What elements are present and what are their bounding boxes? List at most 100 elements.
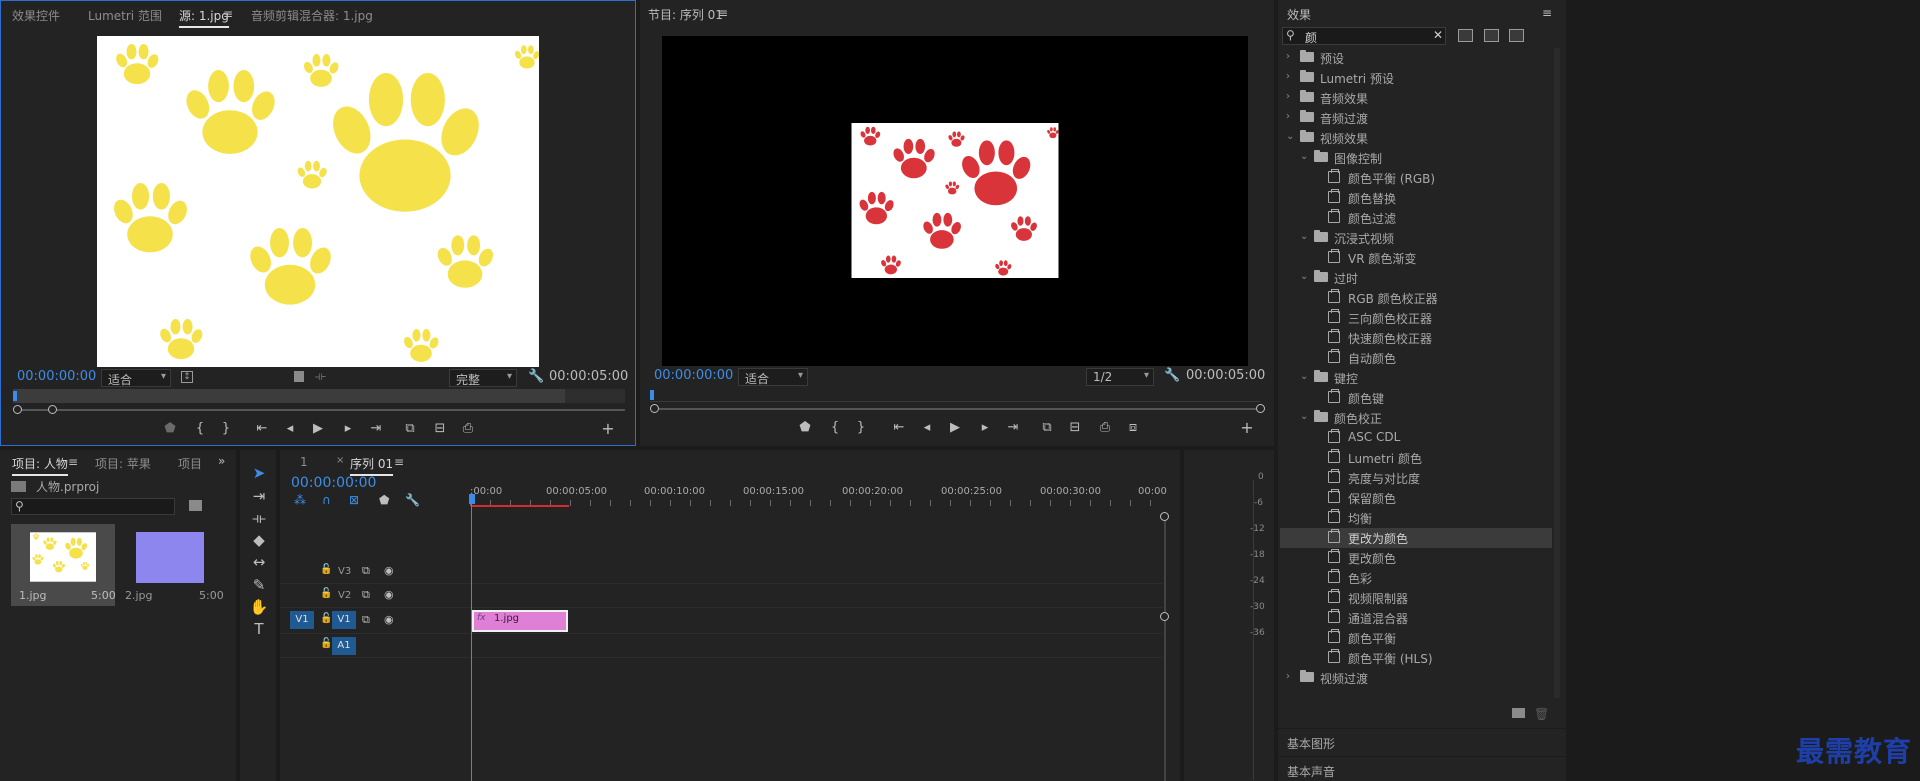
track-v2-eye-icon[interactable]: ◉: [384, 588, 394, 601]
track-v3-eye-icon[interactable]: ◉: [384, 564, 394, 577]
effects-tree-item-14[interactable]: 快速颜色校正器: [1280, 328, 1552, 348]
essential-sound-section[interactable]: 基本声音: [1278, 756, 1566, 781]
timeline-scroll-handle-top[interactable]: [1160, 512, 1169, 521]
track-a1-label[interactable]: A1: [332, 637, 356, 655]
program-mark-out-button[interactable]: }: [852, 420, 870, 436]
track-v3-sync-icon[interactable]: ⧉: [362, 564, 370, 578]
chevron-right-icon[interactable]: ›: [1286, 671, 1290, 682]
source-overwrite-button[interactable]: ⊟: [431, 421, 449, 437]
effects-tree-item-2[interactable]: › 音频效果: [1280, 88, 1552, 108]
effects-tree-item-15[interactable]: 自动颜色: [1280, 348, 1552, 368]
program-step-forward-button[interactable]: ▸: [976, 420, 994, 436]
chevron-down-icon[interactable]: ⌄: [1300, 231, 1308, 242]
effects-tree-item-4[interactable]: ⌄ 视频效果: [1280, 128, 1552, 148]
program-timeline-ruler[interactable]: [650, 388, 1260, 402]
track-v1-sync-icon[interactable]: ⧉: [362, 613, 370, 627]
delete-icon[interactable]: 🗑: [1534, 707, 1549, 721]
tab-sequence-1[interactable]: 1: [300, 455, 308, 469]
project-item-1[interactable]: 1.jpg 5:00: [11, 524, 116, 606]
chevron-right-icon[interactable]: ›: [1286, 71, 1290, 82]
hand-tool-icon[interactable]: ✋: [248, 596, 270, 618]
clear-search-icon[interactable]: ✕: [1433, 28, 1443, 42]
effects-tree-item-18[interactable]: ⌄ 颜色校正: [1280, 408, 1552, 428]
tab-lumetri-scopes[interactable]: Lumetri 范围: [88, 7, 162, 24]
effects-tree-item-25[interactable]: 更改颜色: [1280, 548, 1552, 568]
program-export-frame-button[interactable]: ⎙: [1096, 420, 1114, 436]
program-add-button-icon[interactable]: +: [1238, 420, 1256, 436]
add-marker-icon[interactable]: ⬟: [379, 493, 389, 507]
program-resolution-dropdown[interactable]: 1/2: [1086, 368, 1154, 386]
source-in-out-range[interactable]: [13, 389, 565, 403]
project-menu-icon[interactable]: ≡: [68, 455, 78, 469]
effects-menu-icon[interactable]: ≡: [1542, 6, 1552, 20]
chevron-down-icon[interactable]: ⌄: [1300, 411, 1308, 422]
effects-tree-item-20[interactable]: Lumetri 颜色: [1280, 448, 1552, 468]
track-v2-lock-icon[interactable]: 🔓: [320, 588, 332, 599]
source-fit-dropdown[interactable]: 适合: [101, 369, 171, 387]
effects-tree-item-28[interactable]: 通道混合器: [1280, 608, 1552, 628]
tab-project-other[interactable]: 项目: [178, 455, 202, 472]
yuv-effects-icon[interactable]: [1509, 29, 1524, 42]
source-mark-out-button[interactable]: }: [217, 421, 235, 437]
track-v1-lock-icon[interactable]: 🔓: [320, 613, 332, 624]
effects-scrollbar[interactable]: [1554, 48, 1560, 698]
program-playhead[interactable]: [650, 390, 654, 400]
tab-project-apple[interactable]: 项目: 苹果: [95, 455, 151, 472]
effects-tree-item-24[interactable]: 更改为颜色: [1280, 528, 1552, 548]
program-goto-out-button[interactable]: ⇥: [1004, 420, 1022, 436]
chevron-right-icon[interactable]: ›: [1286, 91, 1290, 102]
program-zoom-handle-right[interactable]: [1256, 404, 1265, 413]
effects-tree-item-0[interactable]: › 预设: [1280, 48, 1552, 68]
source-goto-out-button[interactable]: ⇥: [367, 421, 385, 437]
project-item-2[interactable]: 2.jpg 5:00: [119, 524, 224, 606]
program-mark-in-button[interactable]: {: [826, 420, 844, 436]
chevron-right-icon[interactable]: ›: [1286, 51, 1290, 62]
track-v1-eye-icon[interactable]: ◉: [384, 613, 394, 626]
program-marker-button[interactable]: ⬟: [796, 420, 814, 436]
tab-audio-clip-mixer[interactable]: 音频剪辑混合器: 1.jpg: [251, 7, 373, 24]
effects-tree-item-22[interactable]: 保留颜色: [1280, 488, 1552, 508]
chevron-down-icon[interactable]: ⌄: [1300, 151, 1308, 162]
effects-tree-item-16[interactable]: ⌄ 键控: [1280, 368, 1552, 388]
selection-tool-icon[interactable]: ➤: [248, 462, 270, 484]
32bit-effects-icon[interactable]: [1484, 29, 1499, 42]
effects-tree-item-6[interactable]: 颜色平衡 (RGB): [1280, 168, 1552, 188]
tab-project-people[interactable]: 项目: 人物: [12, 455, 68, 476]
source-wrench-icon[interactable]: 🔧: [528, 369, 544, 384]
effects-tree-item-8[interactable]: 颜色过滤: [1280, 208, 1552, 228]
source-goto-in-button[interactable]: ⇤: [253, 421, 271, 437]
close-sequence-icon[interactable]: ×: [336, 455, 344, 466]
source-insert-icon[interactable]: [294, 371, 304, 382]
source-marker-button[interactable]: ⬟: [161, 421, 179, 437]
program-extract-button[interactable]: ⊟: [1066, 420, 1084, 436]
program-lift-button[interactable]: ⧉: [1038, 420, 1056, 436]
source-patch-v1[interactable]: V1: [290, 611, 314, 629]
program-compare-button[interactable]: ⧈: [1124, 420, 1142, 436]
source-add-button-icon[interactable]: +: [599, 421, 617, 437]
tab-sequence-01[interactable]: 序列 01: [350, 455, 394, 476]
source-playhead[interactable]: [13, 391, 17, 401]
timeline-timecode[interactable]: 00:00:00:00: [291, 475, 376, 491]
chevron-right-icon[interactable]: ›: [1286, 111, 1290, 122]
track-v3-lock-icon[interactable]: 🔓: [320, 564, 332, 575]
program-zoom-bar[interactable]: [656, 408, 1260, 410]
program-menu-icon[interactable]: ≡: [718, 6, 728, 20]
nest-icon[interactable]: ⁂: [294, 493, 306, 507]
source-settings-icon[interactable]: ↕: [181, 371, 193, 383]
effects-tree-item-19[interactable]: ASC CDL: [1280, 428, 1552, 448]
effects-tree-item-1[interactable]: › Lumetri 预设: [1280, 68, 1552, 88]
effects-tree-item-10[interactable]: VR 颜色渐变: [1280, 248, 1552, 268]
chevron-down-icon[interactable]: ⌄: [1286, 131, 1294, 142]
chevron-down-icon[interactable]: ⌄: [1300, 271, 1308, 282]
source-zoom-handle-left[interactable]: [13, 405, 22, 414]
source-timecode-in[interactable]: 00:00:00:00: [17, 369, 96, 384]
timeline-playhead[interactable]: [469, 494, 475, 504]
project-search-box[interactable]: ⚲: [11, 498, 175, 515]
essential-graphics-section[interactable]: 基本图形: [1278, 728, 1566, 754]
tab-source[interactable]: 源: 1.jpg: [179, 7, 229, 28]
pen-tool-icon[interactable]: ✎: [248, 574, 270, 596]
effects-tree-item-29[interactable]: 颜色平衡: [1280, 628, 1552, 648]
chevron-down-icon[interactable]: ⌄: [1300, 371, 1308, 382]
timeline-scroll-handle-bottom[interactable]: [1160, 612, 1169, 621]
effects-tree-item-13[interactable]: 三向颜色校正器: [1280, 308, 1552, 328]
